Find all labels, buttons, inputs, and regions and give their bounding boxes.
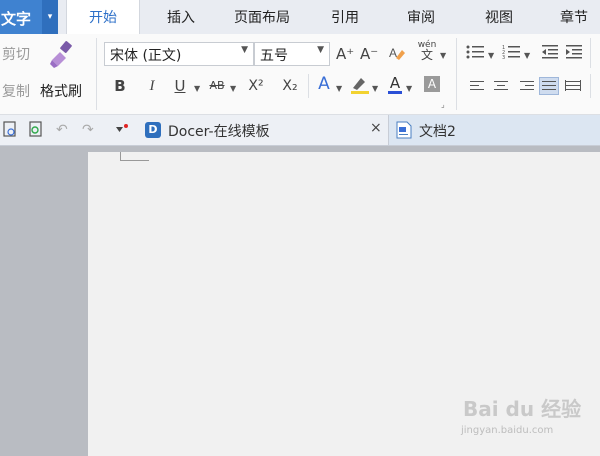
tab-sections[interactable]: 章节 bbox=[546, 0, 600, 34]
menu-bar: 文字 ▾ 开始 插入 页面布局 引用 审阅 视图 章节 bbox=[0, 0, 600, 35]
app-menu-dropdown-icon[interactable]: ▾ bbox=[42, 0, 58, 34]
chevron-down-icon[interactable]: ▼ bbox=[406, 84, 412, 93]
group-divider bbox=[96, 38, 97, 110]
tab-review[interactable]: 审阅 bbox=[388, 0, 454, 34]
phonetic-guide-icon[interactable]: wén 文 bbox=[416, 40, 438, 64]
tab-document-2[interactable]: 文档2 bbox=[388, 115, 600, 145]
superscript-button[interactable]: X² bbox=[244, 76, 268, 96]
group-divider bbox=[456, 38, 457, 110]
document-tab-bar: ↶ ↷ D Docer-在线模板 × 文档2 bbox=[0, 115, 600, 146]
svg-text:3: 3 bbox=[502, 55, 505, 60]
bold-button[interactable]: B bbox=[112, 76, 128, 96]
group-divider bbox=[590, 38, 591, 68]
increase-indent-icon[interactable] bbox=[566, 44, 582, 60]
grow-font-icon[interactable]: A⁺ bbox=[336, 44, 354, 64]
tab-insert[interactable]: 插入 bbox=[146, 0, 216, 34]
chevron-down-icon[interactable]: ▼ bbox=[488, 51, 494, 60]
copy-button[interactable]: 复制 bbox=[2, 81, 30, 101]
tab-home[interactable]: 开始 bbox=[66, 0, 140, 35]
chevron-down-icon[interactable]: ▼ bbox=[230, 84, 236, 93]
underline-button[interactable]: U bbox=[172, 76, 188, 96]
format-painter-label[interactable]: 格式刷 bbox=[40, 81, 82, 101]
format-painter-icon[interactable] bbox=[48, 40, 76, 70]
watermark-logo: Bai du 经验 bbox=[463, 397, 582, 421]
font-size-value: 五号 bbox=[260, 48, 288, 64]
app-name: 文字 bbox=[1, 10, 32, 28]
strikethrough-button[interactable]: AB bbox=[206, 76, 228, 96]
app-menu-button[interactable]: 文字 ▾ bbox=[0, 0, 58, 34]
font-dialog-launcher-icon[interactable]: ⌟ bbox=[441, 100, 445, 109]
font-name-select[interactable]: 宋体 (正文) ▼ bbox=[104, 42, 254, 66]
highlight-icon[interactable] bbox=[350, 74, 370, 96]
font-color-glyph: A bbox=[389, 74, 401, 92]
undo-icon[interactable]: ↶ bbox=[56, 123, 70, 137]
shrink-font-icon[interactable]: A⁻ bbox=[360, 44, 378, 64]
tab-references[interactable]: 引用 bbox=[312, 0, 378, 34]
chevron-down-icon: ▼ bbox=[241, 45, 248, 55]
ribbon-toolbar: 剪切 复制 格式刷 宋体 (正文) ▼ 五号 ▼ A⁺ A⁻ A wén 文 ▼ … bbox=[0, 34, 600, 115]
tab-view[interactable]: 视图 bbox=[466, 0, 532, 34]
group-divider bbox=[308, 74, 309, 98]
subscript-button[interactable]: X₂ bbox=[278, 76, 302, 96]
group-divider bbox=[590, 74, 591, 98]
clear-format-icon[interactable]: A bbox=[388, 44, 406, 62]
justify-icon[interactable] bbox=[539, 77, 559, 95]
numbered-list-icon[interactable]: 123 bbox=[502, 44, 520, 61]
align-right-icon[interactable] bbox=[518, 78, 536, 94]
tab-document-2-title: 文档2 bbox=[419, 124, 456, 140]
chevron-down-icon[interactable]: ▼ bbox=[372, 84, 378, 93]
chevron-down-icon[interactable]: ▼ bbox=[440, 51, 446, 60]
print-preview-icon[interactable] bbox=[2, 121, 18, 139]
decrease-indent-icon[interactable] bbox=[542, 44, 558, 60]
chevron-down-icon[interactable]: ▼ bbox=[194, 84, 200, 93]
font-name-value: 宋体 (正文) bbox=[110, 48, 182, 64]
chevron-down-icon: ▼ bbox=[317, 45, 324, 55]
print-icon[interactable] bbox=[28, 121, 44, 139]
align-center-icon[interactable] bbox=[492, 78, 510, 94]
distributed-align-icon[interactable] bbox=[564, 78, 582, 94]
page-margin-marker bbox=[120, 152, 149, 161]
font-color-icon[interactable]: A bbox=[386, 74, 404, 96]
redo-icon[interactable]: ↷ bbox=[82, 123, 96, 137]
cut-button[interactable]: 剪切 bbox=[2, 44, 30, 64]
font-size-select[interactable]: 五号 ▼ bbox=[254, 42, 330, 66]
watermark-url: jingyan.baidu.com bbox=[461, 425, 554, 436]
tab-page-layout[interactable]: 页面布局 bbox=[222, 0, 302, 34]
tab-docer-title: Docer-在线模板 bbox=[168, 124, 270, 140]
text-effect-icon[interactable]: A bbox=[314, 74, 334, 94]
baidu-jingyan-watermark: Bai du 经验 jingyan.baidu.com bbox=[455, 385, 600, 445]
chevron-down-icon[interactable]: ▼ bbox=[336, 84, 342, 93]
close-icon[interactable]: × bbox=[370, 120, 382, 136]
customize-toolbar-icon[interactable] bbox=[114, 123, 130, 137]
document-icon bbox=[396, 121, 412, 139]
character-shading-icon[interactable]: A bbox=[424, 76, 440, 92]
docer-icon: D bbox=[145, 122, 161, 138]
bulleted-list-icon[interactable] bbox=[466, 44, 484, 60]
tab-docer[interactable]: D Docer-在线模板 × bbox=[136, 115, 388, 145]
italic-button[interactable]: I bbox=[144, 76, 160, 96]
align-left-icon[interactable] bbox=[468, 78, 486, 94]
svg-text:A: A bbox=[389, 46, 397, 60]
chevron-down-icon[interactable]: ▼ bbox=[524, 51, 530, 60]
